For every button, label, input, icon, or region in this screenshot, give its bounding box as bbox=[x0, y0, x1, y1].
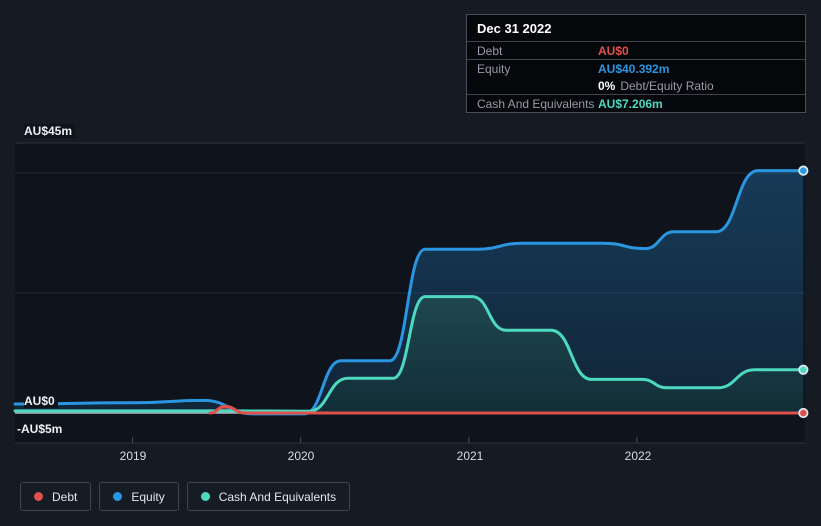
cash-dot-icon bbox=[200, 492, 210, 501]
x-axis-label-2022: 2022 bbox=[624, 449, 652, 463]
legend-cash-label: Cash And Equivalents bbox=[218, 489, 337, 504]
y-axis-label-45m: AU$45m bbox=[24, 124, 76, 138]
tooltip-row-debt: Debt AU$0 bbox=[467, 41, 805, 59]
legend-item-cash[interactable]: Cash And Equivalents bbox=[186, 482, 351, 511]
x-axis-label-2021: 2021 bbox=[456, 449, 484, 463]
tooltip-equity-label: Equity bbox=[477, 61, 511, 76]
legend-item-debt[interactable]: Debt bbox=[20, 482, 92, 511]
debt-dot-icon bbox=[34, 492, 43, 501]
legend-debt-label: Debt bbox=[52, 489, 78, 504]
y-axis-label-0: AU$0 bbox=[24, 394, 58, 408]
tooltip-date: Dec 31 2022 bbox=[477, 21, 552, 36]
tooltip-ratio-percent: 0% bbox=[598, 78, 616, 93]
chart-legend: Debt Equity Cash And Equivalents bbox=[20, 482, 351, 511]
tooltip-cash-label: Cash And Equivalents bbox=[477, 96, 595, 111]
tooltip-debt-value: AU$0 bbox=[598, 43, 629, 58]
y-axis-label-neg5m: -AU$5m bbox=[17, 422, 63, 436]
tooltip-debt-label: Debt bbox=[477, 43, 503, 58]
tooltip-equity-value: AU$40.392m bbox=[598, 61, 670, 76]
x-axis-label-2019: 2019 bbox=[119, 449, 147, 463]
chart-tooltip: Dec 31 2022 Debt AU$0 Equity AU$40.392m … bbox=[466, 14, 806, 113]
tooltip-row-cash: Cash And Equivalents AU$7.206m bbox=[467, 94, 805, 112]
equity-dot-icon bbox=[113, 492, 123, 501]
tooltip-ratio-label: Debt/Equity Ratio bbox=[620, 78, 714, 93]
debt-equity-history-chart: AU$45m AU$0 -AU$5m 2019 2020 2021 2022 D… bbox=[0, 0, 821, 526]
legend-item-equity[interactable]: Equity bbox=[99, 482, 179, 511]
tooltip-row-equity: Equity AU$40.392m bbox=[467, 59, 805, 77]
x-axis-label-2020: 2020 bbox=[287, 449, 315, 463]
legend-equity-label: Equity bbox=[131, 489, 165, 504]
tooltip-cash-value: AU$7.206m bbox=[598, 96, 663, 111]
tooltip-row-ratio: 0% Debt/Equity Ratio bbox=[467, 77, 805, 94]
